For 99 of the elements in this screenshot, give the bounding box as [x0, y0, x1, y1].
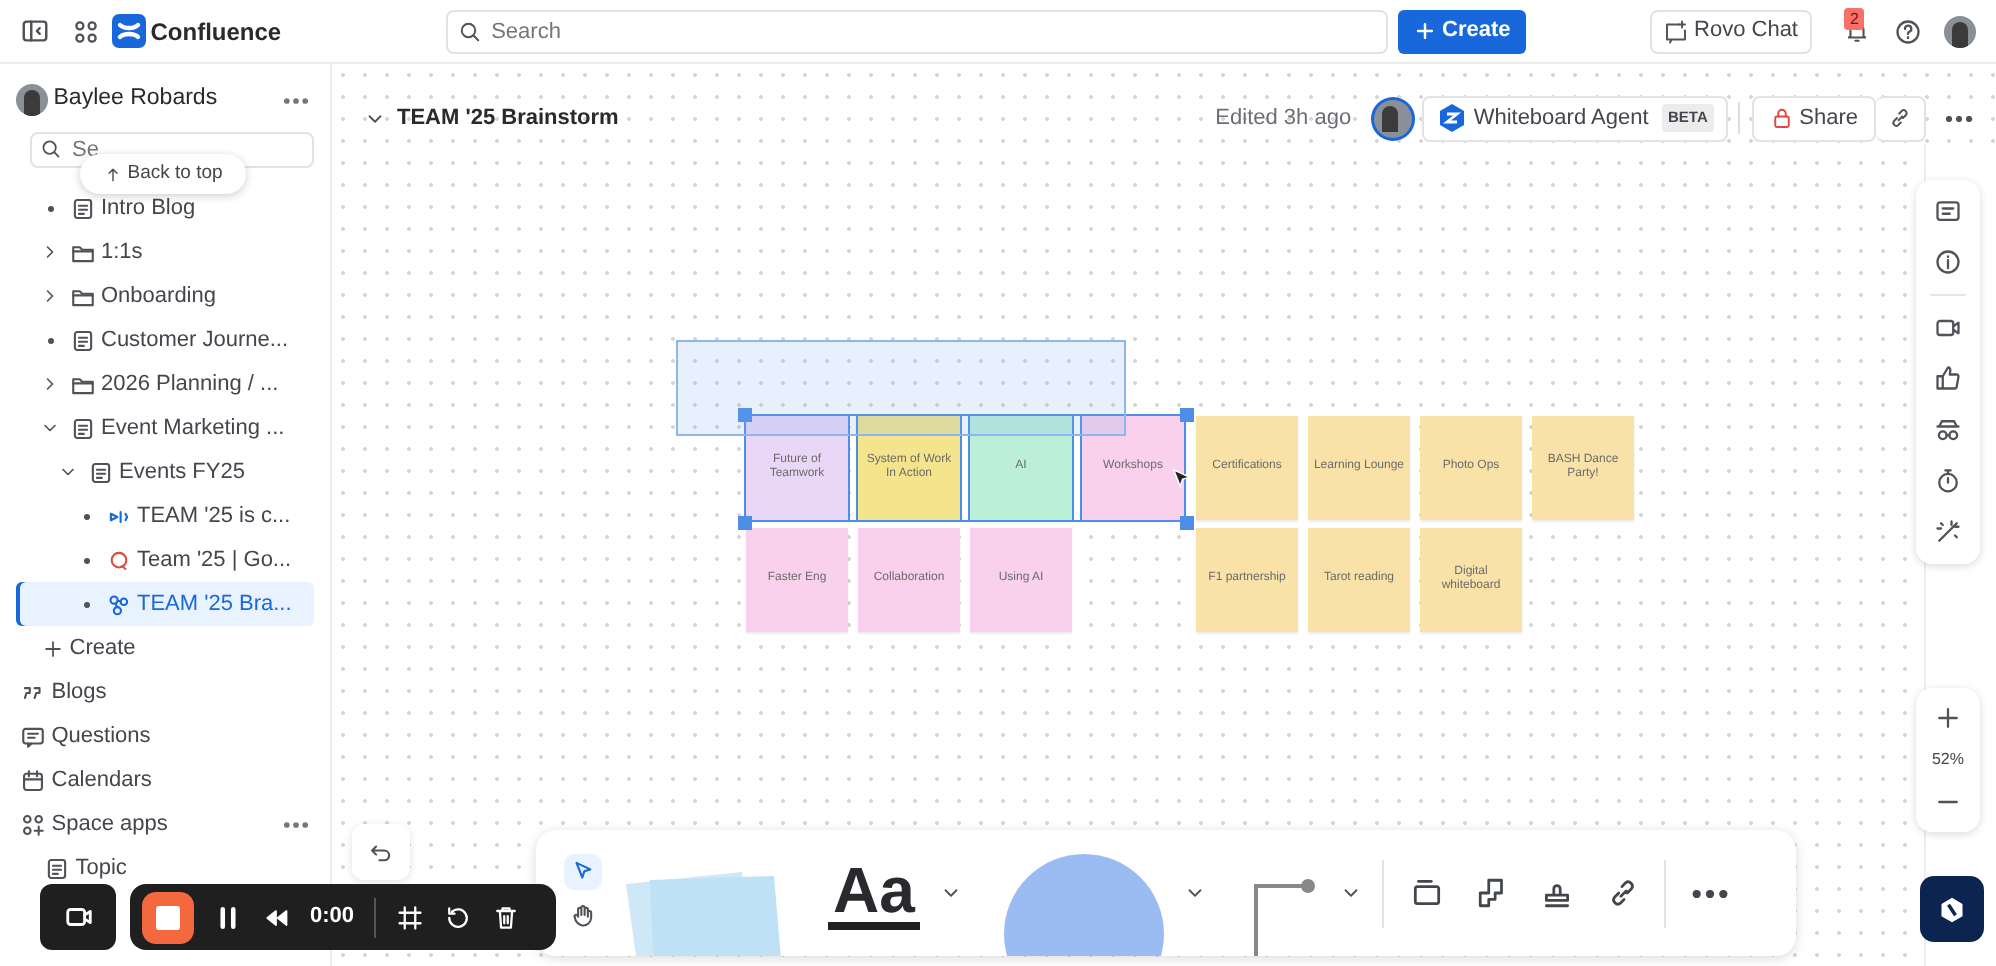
help-button[interactable]	[1894, 17, 1922, 45]
more-icon	[1946, 115, 1972, 121]
hexagon-icon	[1938, 895, 1966, 923]
zoom-in-button[interactable]	[1934, 704, 1962, 732]
more-icon	[284, 97, 309, 103]
space-owner-name: Baylee Robards	[53, 84, 220, 115]
sidebar-nav-item[interactable]: Blogs	[16, 670, 314, 714]
tree-item[interactable]: Customer Journe...	[16, 318, 314, 362]
resize-handle[interactable]	[1179, 407, 1193, 421]
share-button[interactable]: Share	[1751, 95, 1876, 141]
apps-icon	[20, 811, 46, 837]
zoom-level: 52%	[1931, 748, 1964, 772]
calendar-icon	[20, 767, 46, 793]
trash-icon	[492, 903, 521, 931]
magic-wand-icon	[1934, 517, 1962, 546]
quiz-icon	[105, 547, 132, 573]
mouse-cursor-icon	[1170, 466, 1192, 490]
page-icon	[87, 459, 114, 485]
product-name: Confluence	[150, 15, 282, 49]
pause-icon	[214, 903, 242, 931]
plus-icon	[1414, 20, 1437, 42]
logo-icon	[111, 14, 145, 48]
delete-button[interactable]	[492, 903, 521, 931]
reset-button[interactable]	[444, 903, 473, 931]
hand-icon	[569, 901, 596, 928]
timer-icon	[1934, 466, 1962, 495]
edited-time: Edited 3h ago	[1215, 103, 1352, 134]
avatar[interactable]	[1944, 15, 1976, 47]
agent-icon	[1436, 102, 1469, 134]
link-icon	[1888, 106, 1912, 130]
tree-item[interactable]: Team '25 | Go...	[16, 538, 314, 582]
sidebar-nav-item[interactable]: Topic	[16, 846, 314, 890]
bullet-icon	[47, 337, 53, 343]
more-icon	[284, 821, 309, 827]
tree-item[interactable]: 1:1s	[16, 230, 314, 274]
thumbs-up-icon	[1934, 364, 1962, 393]
page-icon	[69, 415, 96, 441]
tree-item[interactable]: Onboarding	[16, 274, 314, 318]
chat-icon	[1664, 19, 1689, 43]
page-icon	[44, 855, 70, 881]
camera-button[interactable]	[40, 884, 116, 950]
app-switcher-icon	[72, 17, 100, 45]
search-icon	[457, 19, 482, 43]
assistant-button[interactable]	[1920, 876, 1984, 942]
search-field[interactable]: Search	[445, 9, 1388, 53]
bullet-icon	[83, 601, 89, 607]
sidebar-toggle[interactable]	[20, 16, 50, 46]
page-icon	[69, 195, 96, 221]
more-button[interactable]	[284, 97, 309, 103]
create-link[interactable]: Create	[16, 626, 314, 670]
undo-icon	[368, 839, 394, 865]
lock-icon	[1769, 106, 1794, 130]
pause-button[interactable]	[214, 903, 242, 931]
comment-icon	[1934, 197, 1962, 226]
glasses-icon	[1934, 415, 1962, 444]
select-tool[interactable]	[564, 853, 601, 891]
sidebar-toggle-icon	[20, 16, 50, 46]
page-icon	[69, 327, 96, 353]
bullet-icon	[83, 557, 89, 563]
question-icon	[20, 723, 46, 749]
grid-button[interactable]	[396, 903, 425, 931]
tree-item[interactable]: 2026 Planning / ...	[16, 362, 314, 406]
resize-handle[interactable]	[737, 407, 751, 421]
board-title: TEAM '25 Brainstorm	[397, 103, 619, 134]
plus-icon	[42, 637, 64, 659]
tree-item[interactable]: Events FY25	[16, 450, 314, 494]
copy-link-button[interactable]	[1876, 95, 1926, 141]
sidebar-nav-item[interactable]: Space apps	[16, 802, 314, 846]
undo-button[interactable]	[352, 824, 410, 880]
avatar	[1373, 99, 1412, 137]
recording-time: 0:00	[310, 902, 355, 933]
whiteboard-icon	[105, 591, 132, 617]
more-button[interactable]	[1946, 115, 1972, 121]
sidebar-nav-item[interactable]: Calendars	[16, 758, 314, 802]
pointer-icon	[569, 858, 596, 885]
video-icon	[63, 902, 93, 932]
rovo-chat-button[interactable]: Rovo Chat	[1650, 9, 1812, 53]
create-button[interactable]: Create	[1398, 9, 1527, 53]
avatar	[16, 84, 48, 116]
arrow-up-icon	[104, 165, 122, 183]
notification-count: 2	[1844, 8, 1865, 30]
more-icon	[1692, 889, 1729, 897]
sidebar-nav-item[interactable]: Questions	[16, 714, 314, 758]
stop-icon	[156, 905, 180, 929]
reset-icon	[444, 903, 473, 931]
tree-item[interactable]: Event Marketing ...	[16, 406, 314, 450]
grid-icon	[396, 903, 425, 931]
bullet-icon	[47, 205, 53, 211]
stop-button[interactable]	[142, 891, 194, 943]
frame-icon	[1410, 876, 1445, 910]
plus-icon	[1934, 704, 1962, 732]
resize-handle[interactable]	[737, 515, 751, 529]
text-tool[interactable]: Aa	[827, 857, 921, 929]
tree-item[interactable]: TEAM '25 Bra...	[16, 582, 314, 626]
bullet-icon	[83, 513, 89, 519]
tree-item[interactable]: TEAM '25 is c...	[16, 494, 314, 538]
back-to-top-button[interactable]: Back to top	[80, 154, 247, 194]
info-icon	[1934, 248, 1962, 277]
help-icon	[1894, 17, 1922, 45]
